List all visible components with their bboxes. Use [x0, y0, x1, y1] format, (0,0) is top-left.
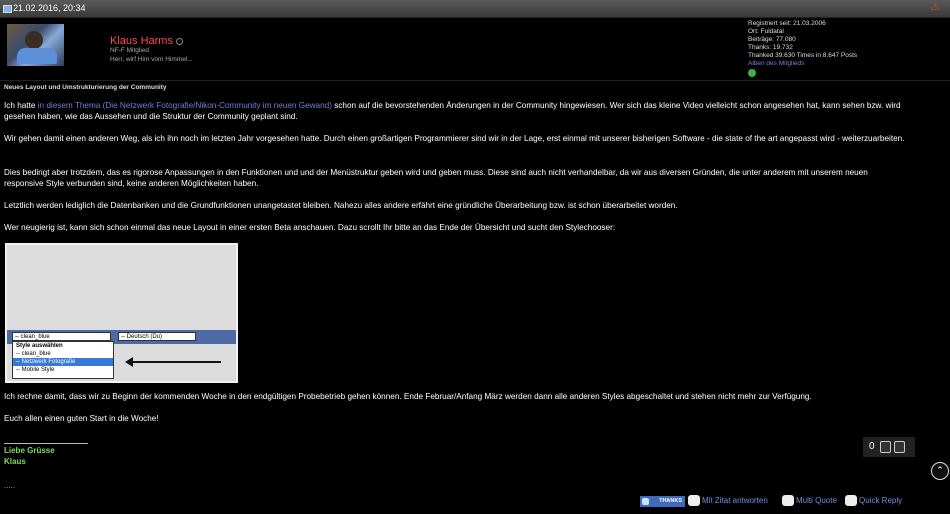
arrow-icon	[125, 357, 221, 367]
user-rank: NF-F Mitglied	[110, 47, 150, 54]
multi-quote-icon[interactable]	[782, 495, 794, 506]
dropdown-option-selected: -- Netzwerk Fotografie	[13, 358, 113, 366]
post-datetime: 21.02.2016, 20:34	[13, 3, 86, 13]
albums-link[interactable]: Alben des Mitglieds	[748, 60, 857, 68]
stat-registered: Registriert seit: 21.03.2006	[748, 20, 826, 27]
like-box: 0	[863, 437, 915, 457]
like-icon[interactable]	[880, 441, 891, 453]
like-count: 0	[869, 441, 875, 452]
post-subject: Neues Layout und Umstrukturierung der Co…	[4, 84, 167, 91]
paragraph-2: Wir gehen damit einen anderen Weg, als i…	[4, 134, 905, 143]
dropdown-option: -- clean_blue	[16, 351, 51, 357]
language-select: -- Deutsch (Du)	[118, 332, 196, 341]
dropdown-header: Style auswählen	[16, 343, 63, 349]
paragraph-4: Letztlich werden lediglich die Datenbank…	[4, 201, 678, 210]
stat-posts: Beiträge: 77.080	[748, 36, 796, 43]
style-dropdown: Style auswählen -- clean_blue -- Netzwer…	[12, 341, 114, 379]
dropdown-option: -- Mobile Style	[16, 367, 55, 373]
paragraph-1: Ich hatte in diesem Thema (Die Netzwerk …	[4, 100, 909, 122]
stat-thanked: Thanked 39.630 Times in 8.647 Posts	[748, 52, 858, 59]
signature-greeting: Liebe Grüsse	[4, 446, 55, 455]
dislike-icon[interactable]	[894, 441, 905, 453]
user-title: Herr, wirf Him vom Himmel...	[110, 56, 193, 63]
stat-location: Ort: Fuldatal	[748, 28, 784, 35]
stat-thanks: Thanks: 19.732	[748, 44, 793, 51]
paragraph-6: Ich rechne damit, dass wir zu Beginn der…	[4, 392, 812, 401]
post-header-bar: 21.02.2016, 20:34 ⚠	[0, 0, 950, 18]
signature-name: Klaus	[4, 457, 26, 466]
avatar-face	[25, 31, 43, 49]
user-info-bar: Klaus Harms NF-F Mitglied Herr, wirf Him…	[0, 18, 950, 81]
thanks-button[interactable]: THANKS	[640, 496, 685, 507]
signature-divider	[4, 443, 88, 444]
thread-link[interactable]: in diesem Thema (Die Netzwerk Fotografie…	[38, 101, 332, 110]
avatar-scarf	[17, 48, 57, 64]
reply-with-quote-button[interactable]: Mit Zitat antworten	[702, 496, 768, 505]
quick-reply-icon[interactable]	[845, 495, 857, 506]
scroll-top-icon[interactable]: ⌃	[931, 462, 949, 480]
multi-quote-button[interactable]: Multi Quote	[796, 496, 837, 505]
globe-icon[interactable]	[748, 69, 756, 77]
quote-icon[interactable]	[688, 495, 700, 506]
post-icon	[3, 5, 12, 13]
paragraph-text: Ich hatte	[4, 101, 38, 110]
offline-status-icon	[176, 38, 183, 45]
paragraph-7: Euch allen einen guten Start in die Woch…	[4, 414, 159, 423]
stylechooser-screenshot[interactable]: -- clean_blue -- Deutsch (Du) Style ausw…	[5, 243, 238, 383]
paragraph-5: Wer neugierig ist, kann sich schon einma…	[4, 223, 616, 232]
signature-ellipsis: .....	[4, 481, 16, 490]
quick-reply-button[interactable]: Quick Reply	[859, 496, 902, 505]
paragraph-3: Dies bedingt aber trotzdem, das es rigor…	[4, 168, 868, 188]
report-icon[interactable]: ⚠	[931, 2, 940, 13]
avatar[interactable]	[7, 24, 64, 66]
style-select: -- clean_blue	[12, 332, 111, 341]
username-link[interactable]: Klaus Harms	[110, 35, 173, 47]
user-stats: Registriert seit: 21.03.2006 Ort: Fuldat…	[748, 20, 857, 80]
